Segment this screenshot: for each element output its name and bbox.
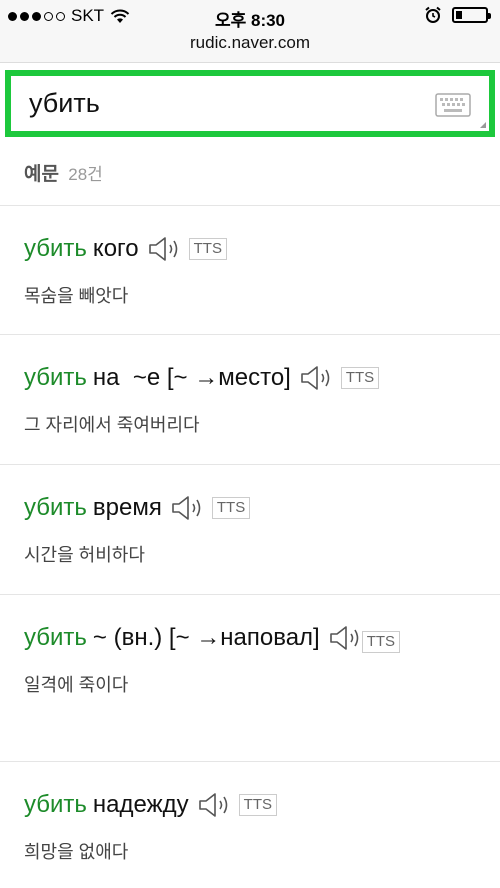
example-text: время bbox=[92, 494, 162, 521]
tts-button[interactable]: TTS bbox=[238, 794, 278, 816]
example-phrase: убить ~ (вн.) [~ →наповал] TTS bbox=[24, 623, 480, 653]
tts-button[interactable]: TTS bbox=[211, 497, 251, 519]
example-keyword[interactable]: убить bbox=[24, 623, 87, 653]
speaker-icon[interactable] bbox=[299, 364, 333, 392]
keyboard-icon[interactable] bbox=[435, 93, 471, 117]
example-meaning: 일격에 죽이다 bbox=[24, 675, 129, 695]
battery-icon bbox=[452, 7, 491, 23]
alarm-icon bbox=[425, 6, 441, 23]
example-item[interactable]: убить ~ (вн.) [~ →наповал] TTS 일격에 죽이다 bbox=[0, 595, 500, 762]
section-title: 예문 bbox=[24, 164, 59, 185]
section-count: 28건 bbox=[68, 165, 103, 184]
example-meaning: 희망을 없애다 bbox=[24, 842, 129, 862]
url-bar[interactable]: rudic.naver.com bbox=[0, 32, 500, 62]
example-text: ~ (вн.) [~ →наповал] bbox=[92, 624, 320, 651]
speaker-icon[interactable] bbox=[197, 791, 231, 819]
example-meaning: 시간을 허비하다 bbox=[24, 545, 145, 565]
status-right bbox=[424, 6, 491, 24]
example-text: кого bbox=[92, 235, 139, 262]
speaker-icon[interactable] bbox=[328, 624, 362, 652]
status-bar: SKT 오후 8:30 bbox=[0, 0, 500, 32]
url-text: rudic.naver.com bbox=[190, 33, 310, 52]
search-area bbox=[0, 62, 500, 145]
tts-button[interactable]: TTS bbox=[188, 238, 227, 260]
example-keyword[interactable]: убить bbox=[24, 234, 87, 264]
speaker-icon[interactable] bbox=[147, 235, 181, 263]
example-keyword[interactable]: убить bbox=[24, 493, 87, 523]
tts-button[interactable]: TTS bbox=[340, 367, 380, 389]
example-item[interactable]: убить время TTS 시간을 허비하다 bbox=[0, 465, 500, 595]
example-keyword[interactable]: убить bbox=[24, 363, 87, 393]
section-header: 예문 28건 bbox=[0, 145, 500, 206]
resize-handle bbox=[480, 122, 486, 128]
example-meaning: 목숨을 빼앗다 bbox=[24, 286, 129, 306]
example-text: надежду bbox=[92, 791, 189, 818]
example-phrase: убить время TTS bbox=[24, 493, 480, 523]
search-input[interactable] bbox=[29, 88, 409, 119]
speaker-icon[interactable] bbox=[170, 494, 204, 522]
example-item[interactable]: убить на ~е [~ →место] TTS 그 자리에서 죽여버리다 bbox=[0, 335, 500, 465]
example-phrase: убить на ~е [~ →место] TTS bbox=[24, 363, 480, 393]
search-box[interactable] bbox=[5, 70, 495, 137]
example-item[interactable]: убить надежду TTS 희망을 없애다 bbox=[0, 762, 500, 888]
example-phrase: убить надежду TTS bbox=[24, 790, 480, 820]
example-phrase: убить кого TTS bbox=[24, 234, 480, 264]
example-meaning: 그 자리에서 죽여버리다 bbox=[24, 415, 200, 435]
example-keyword[interactable]: убить bbox=[24, 790, 87, 820]
tts-button[interactable]: TTS bbox=[361, 631, 401, 653]
example-item[interactable]: убить кого TTS 목숨을 빼앗다 bbox=[0, 206, 500, 335]
example-text: на ~е [~ →место] bbox=[92, 364, 291, 391]
